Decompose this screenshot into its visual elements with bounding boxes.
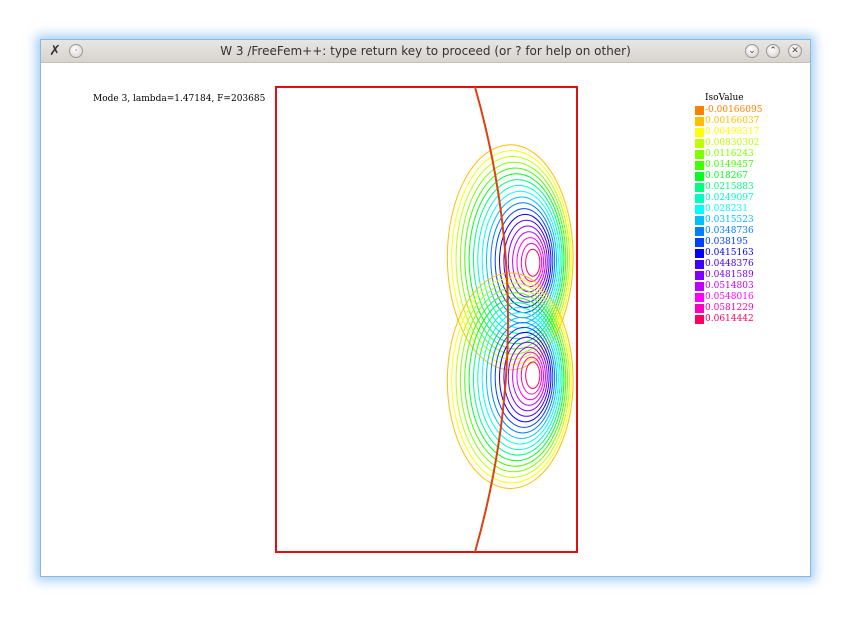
plot-canvas[interactable]: Mode 3, lambda=1.47184, F=203685 IsoValu… xyxy=(41,63,810,576)
legend-swatch xyxy=(695,117,704,126)
legend-swatch xyxy=(695,293,704,302)
upper-lobe-contour xyxy=(525,248,541,277)
legend-swatch xyxy=(695,172,704,181)
legend-swatch xyxy=(695,271,704,280)
legend-swatch xyxy=(695,183,704,192)
legend-swatch xyxy=(695,128,704,137)
mode-info-text: Mode 3, lambda=1.47184, F=203685 xyxy=(93,94,266,104)
legend-swatch xyxy=(695,216,704,225)
legend-label: -0.00166095 xyxy=(705,105,763,115)
legend-label: 0.0215883 xyxy=(705,182,754,192)
legend-swatch xyxy=(695,205,704,214)
maximize-button[interactable]: ⌃ xyxy=(766,44,780,58)
legend-label: 0.0249097 xyxy=(705,193,754,203)
legend-swatch xyxy=(695,315,704,324)
legend-label: 0.0548016 xyxy=(705,292,754,302)
legend-swatch xyxy=(695,238,704,247)
lower-lobe-contour xyxy=(525,361,541,390)
legend-label: 0.028231 xyxy=(705,204,748,214)
legend-swatch xyxy=(695,304,704,313)
legend-label: 0.0116243 xyxy=(705,149,754,159)
title-bar[interactable]: ✗ · W 3 /FreeFem++: type return key to p… xyxy=(41,40,810,63)
window-title: W 3 /FreeFem++: type return key to proce… xyxy=(220,44,631,58)
legend-swatch xyxy=(695,282,704,291)
legend-swatch xyxy=(695,194,704,203)
legend-label: 0.018267 xyxy=(705,171,748,181)
legend-label: 0.00498317 xyxy=(705,127,760,137)
legend-label: 0.0581229 xyxy=(705,303,754,313)
legend-swatch xyxy=(695,150,704,159)
legend-swatch xyxy=(695,227,704,236)
upper-lobe-contour xyxy=(459,161,569,355)
legend-label: 0.0448376 xyxy=(705,259,754,269)
legend-label: 0.00166037 xyxy=(705,116,760,126)
legend-label: 0.0315523 xyxy=(705,215,754,225)
legend-label: 0.0514803 xyxy=(705,281,754,291)
legend-label: 0.0614442 xyxy=(705,314,754,324)
legend-label: 0.0348736 xyxy=(705,226,754,236)
legend-swatch xyxy=(695,260,704,269)
legend-label: 0.00830302 xyxy=(705,138,760,148)
close-button[interactable]: ✕ xyxy=(788,44,802,58)
legend-label: 0.0149457 xyxy=(705,160,754,170)
legend-swatch xyxy=(695,249,704,258)
legend-title: IsoValue xyxy=(705,93,744,103)
legend-label: 0.0415163 xyxy=(705,248,754,258)
minimize-button[interactable]: ⌄ xyxy=(745,44,759,58)
lower-lobe-contour xyxy=(512,346,546,406)
legend-swatch xyxy=(695,139,704,148)
legend-label: 0.038195 xyxy=(705,237,748,247)
legend-swatch xyxy=(695,106,704,115)
legend-swatch xyxy=(695,161,704,170)
legend-label: 0.0481589 xyxy=(705,270,754,280)
freefem-window[interactable]: ✗ · W 3 /FreeFem++: type return key to p… xyxy=(40,39,811,577)
